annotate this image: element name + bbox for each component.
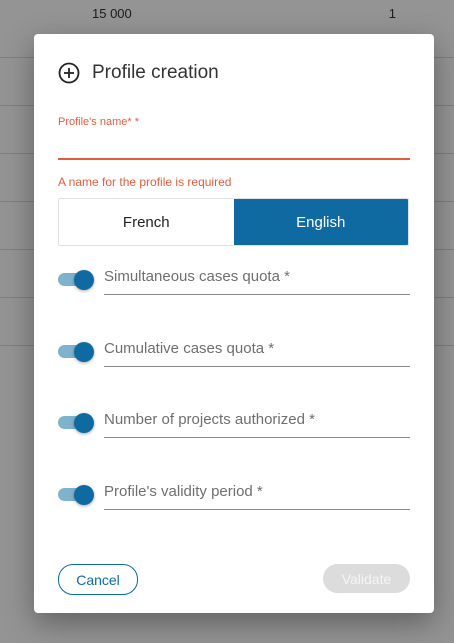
projects-authorized-input[interactable]: Number of projects authorized * (104, 399, 410, 438)
toggle-knob (74, 342, 94, 362)
toggle-knob (74, 485, 94, 505)
validate-button[interactable]: Validate (323, 564, 410, 593)
language-french-button[interactable]: French (59, 199, 234, 245)
cumulative-cases-input[interactable]: Cumulative cases quota * (104, 328, 410, 367)
simultaneous-cases-label: Simultaneous cases quota * (104, 268, 290, 285)
cumulative-cases-label: Cumulative cases quota * (104, 340, 275, 357)
cumulative-cases-quota-row: Cumulative cases quota * (58, 328, 410, 368)
profile-name-input[interactable] (58, 132, 410, 160)
validity-period-label: Profile's validity period * (104, 483, 263, 500)
language-toggle: French English (58, 198, 409, 246)
validity-period-row: Profile's validity period * (58, 471, 410, 511)
toggle-knob (74, 413, 94, 433)
cancel-button[interactable]: Cancel (58, 564, 138, 595)
simultaneous-cases-toggle[interactable] (58, 270, 94, 290)
cumulative-cases-toggle[interactable] (58, 342, 94, 362)
profile-name-field: Profile's name* * (58, 116, 410, 160)
simultaneous-cases-input[interactable]: Simultaneous cases quota * (104, 256, 410, 295)
projects-authorized-row: Number of projects authorized * (58, 399, 410, 439)
language-english-button[interactable]: English (233, 199, 408, 245)
dialog-header: Profile creation (58, 62, 219, 84)
validity-period-toggle[interactable] (58, 485, 94, 505)
simultaneous-cases-quota-row: Simultaneous cases quota * (58, 256, 410, 296)
profile-creation-dialog: Profile creation Profile's name* * A nam… (34, 34, 434, 613)
projects-authorized-label: Number of projects authorized * (104, 411, 315, 428)
profile-name-label: Profile's name* * (58, 116, 139, 128)
profile-name-error: A name for the profile is required (58, 175, 232, 189)
toggle-knob (74, 270, 94, 290)
add-circle-icon (58, 62, 80, 84)
validity-period-input[interactable]: Profile's validity period * (104, 471, 410, 510)
projects-authorized-toggle[interactable] (58, 413, 94, 433)
dialog-title: Profile creation (92, 62, 219, 83)
